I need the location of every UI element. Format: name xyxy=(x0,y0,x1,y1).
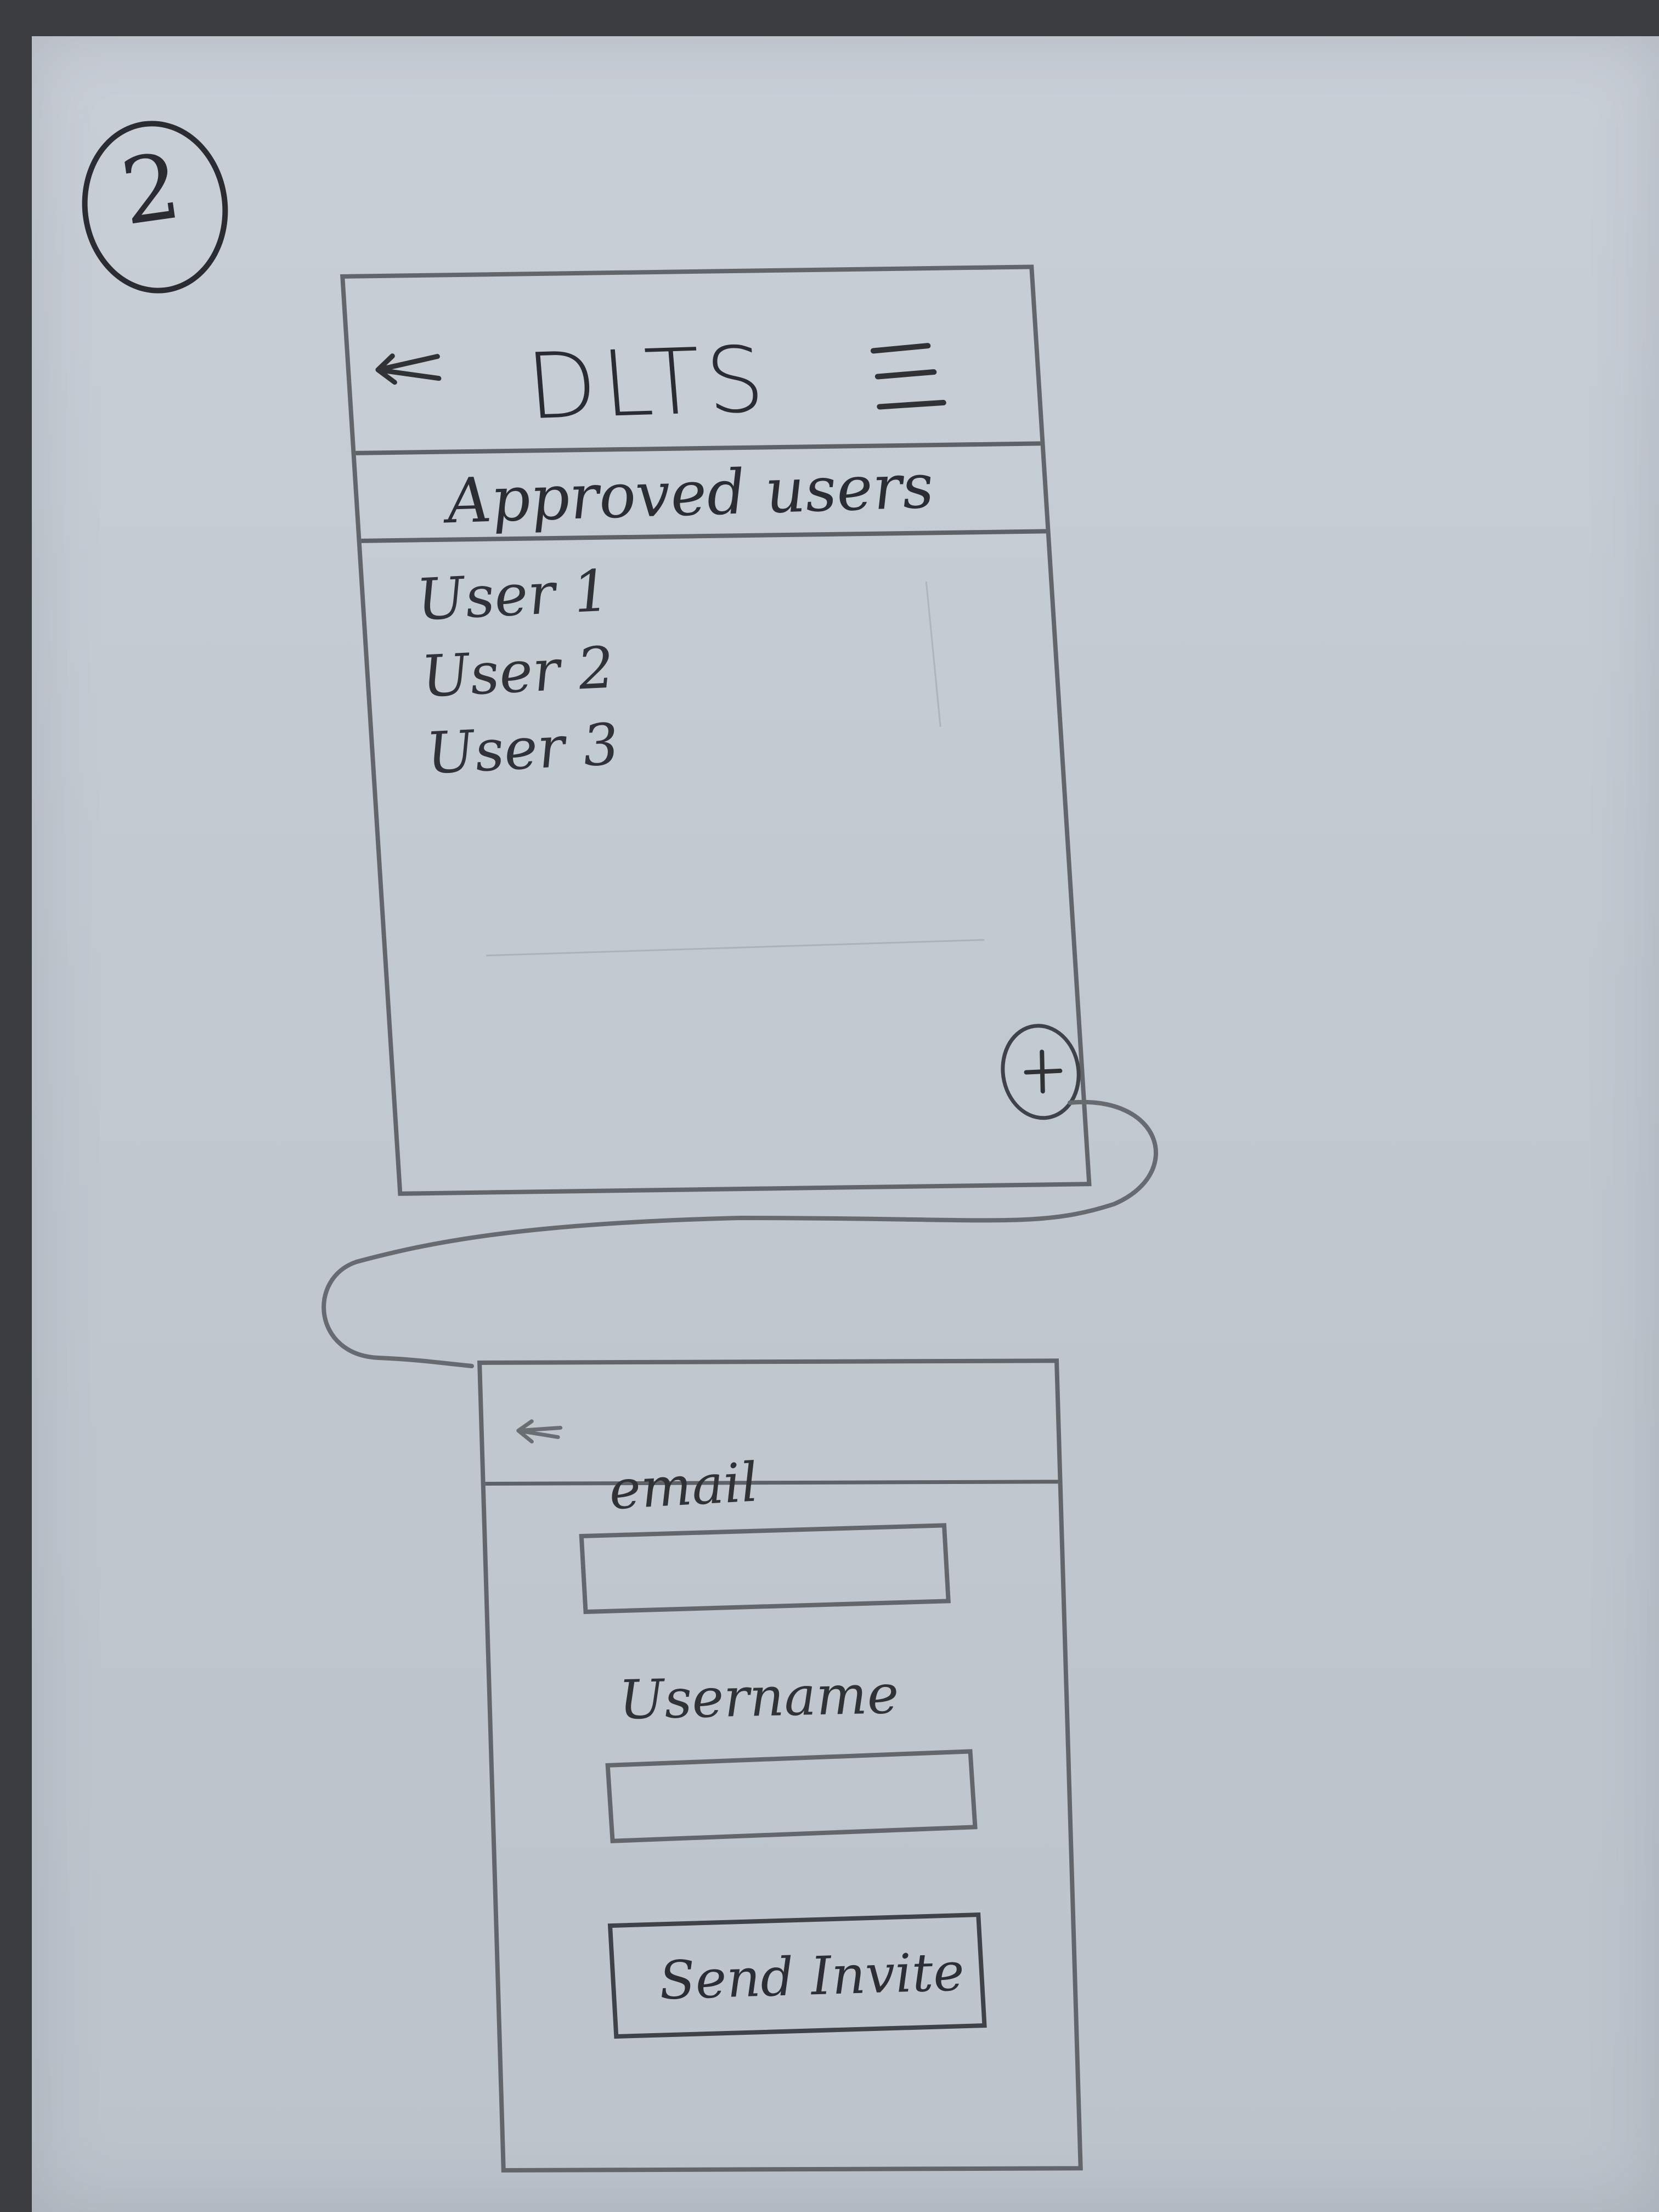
faint-list-divider xyxy=(486,939,985,957)
sketch-page: 2 DLTS Approved users User 1 User 2 User… xyxy=(0,0,1659,2212)
hamburger-menu-icon[interactable] xyxy=(862,339,949,413)
user-list-item[interactable]: User 1 xyxy=(414,549,706,640)
back-arrow-icon[interactable] xyxy=(369,350,444,386)
add-user-button[interactable] xyxy=(998,1023,1084,1121)
username-label: Username xyxy=(617,1663,900,1732)
faint-scroll-mark xyxy=(925,581,941,727)
send-invite-label: Send Invite xyxy=(657,1941,966,2012)
email-label: email xyxy=(606,1451,761,1522)
page-number: 2 xyxy=(115,133,187,246)
send-invite-button[interactable]: Send Invite xyxy=(607,1912,987,2039)
username-field[interactable] xyxy=(605,1749,978,1843)
approved-users-screen: DLTS Approved users User 1 User 2 User 3 xyxy=(340,264,1092,1196)
user-list-item[interactable]: User 3 xyxy=(423,703,715,793)
invite-user-screen: email Username Send Invite xyxy=(477,1358,1083,2172)
email-field[interactable] xyxy=(579,1523,951,1615)
user-list-item[interactable]: User 2 xyxy=(418,626,710,716)
app-title: DLTS xyxy=(523,326,774,440)
approved-users-list: User 1 User 2 User 3 xyxy=(414,557,715,793)
section-title: Approved users xyxy=(443,450,936,538)
plus-icon xyxy=(1024,1049,1063,1094)
invite-header xyxy=(482,1363,1058,1486)
back-arrow-icon[interactable] xyxy=(510,1418,564,1445)
section-header: Approved users xyxy=(356,445,1046,543)
app-header: DLTS xyxy=(345,269,1041,455)
